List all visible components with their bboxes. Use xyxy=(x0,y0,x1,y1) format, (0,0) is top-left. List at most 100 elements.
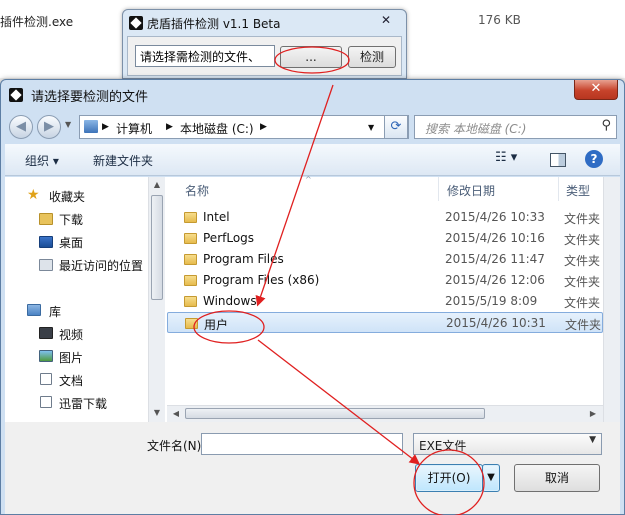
breadcrumb-local-disk[interactable]: 本地磁盘 (C:) xyxy=(180,120,254,137)
pictures-icon xyxy=(39,350,53,362)
file-row[interactable]: PerfLogs 2015/4/26 10:16 文件夹 xyxy=(167,228,603,249)
column-name[interactable]: 名称 xyxy=(185,182,209,199)
file-date: 2015/4/26 10:31 xyxy=(446,316,546,330)
dialog-logo-icon xyxy=(9,88,23,102)
scroll-down-icon[interactable]: ▼ xyxy=(149,406,165,420)
breadcrumb-separator-icon: ▶ xyxy=(166,122,173,132)
filename-input[interactable] xyxy=(201,433,403,455)
organize-menu[interactable]: 组织 ▾ xyxy=(25,152,59,169)
file-list: 名称 ^ 修改日期 类型 Intel 2015/4/26 10:33 文件夹 Perf… xyxy=(167,175,620,422)
folder-icon xyxy=(184,254,197,265)
file-name: 用户 xyxy=(204,318,229,332)
file-type: 文件夹 xyxy=(564,296,601,310)
navigation-pane: ★ 收藏夹 下载 桌面 最近访问的位置 库 视频 图片 文档 迅雷下载 ▲ ▼ xyxy=(5,177,165,422)
file-type: 文件夹 xyxy=(564,233,601,247)
open-dropdown-button[interactable]: ▼ xyxy=(482,464,500,492)
dialog-close-button[interactable]: ✕ xyxy=(574,80,618,100)
folder-icon xyxy=(184,275,197,286)
column-separator xyxy=(438,177,439,201)
column-date[interactable]: 修改日期 xyxy=(447,182,495,199)
file-row[interactable]: Windows 2015/5/19 8:09 文件夹 xyxy=(167,291,603,312)
refresh-button[interactable]: ⟳ xyxy=(384,115,408,139)
background-file-size: 176 KB xyxy=(478,13,521,27)
recent-pages-chevron-icon[interactable]: ▼ xyxy=(65,120,71,129)
folder-icon xyxy=(184,212,197,223)
file-date: 2015/4/26 11:47 xyxy=(445,252,545,266)
recent-places-icon xyxy=(39,259,53,271)
scroll-up-icon[interactable]: ▲ xyxy=(149,178,165,192)
sort-arrow-icon: ^ xyxy=(305,175,312,184)
file-type: 文件夹 xyxy=(564,254,601,268)
file-row[interactable]: Program Files 2015/4/26 11:47 文件夹 xyxy=(167,249,603,270)
open-file-dialog: 请选择要检测的文件 ✕ ◀ ▶ ▼ ▶ 计算机 ▶ 本地磁盘 (C:) ▶ ▼ … xyxy=(0,79,625,515)
nav-thunder-download[interactable]: 迅雷下载 xyxy=(59,395,107,412)
file-row[interactable]: Program Files (x86) 2015/4/26 12:06 文件夹 xyxy=(167,270,603,291)
file-type: 文件夹 xyxy=(564,212,601,226)
computer-icon xyxy=(84,120,98,133)
back-button[interactable]: ◀ xyxy=(9,115,33,139)
nav-libraries[interactable]: 库 xyxy=(49,303,61,320)
help-icon[interactable]: ? xyxy=(585,150,603,168)
file-date: 2015/4/26 10:33 xyxy=(445,210,545,224)
breadcrumb-separator-icon: ▶ xyxy=(102,122,109,132)
file-row[interactable]: Intel 2015/4/26 10:33 文件夹 xyxy=(167,207,603,228)
favorites-star-icon: ★ xyxy=(27,187,40,203)
file-name: Intel xyxy=(203,210,230,224)
nav-desktop[interactable]: 桌面 xyxy=(59,234,83,251)
file-date: 2015/4/26 12:06 xyxy=(445,273,545,287)
column-type[interactable]: 类型 xyxy=(566,182,590,199)
breadcrumb-computer[interactable]: 计算机 xyxy=(116,120,152,137)
address-dropdown-icon[interactable]: ▼ xyxy=(368,123,374,132)
forward-button[interactable]: ▶ xyxy=(37,115,61,139)
browse-button[interactable]: ... xyxy=(280,46,342,68)
desktop-icon xyxy=(39,236,53,248)
nav-pictures[interactable]: 图片 xyxy=(59,349,83,366)
nav-scroll-thumb[interactable] xyxy=(151,195,163,300)
downloads-folder-icon xyxy=(39,213,53,225)
search-input[interactable]: 搜索 本地磁盘 (C:) ⚲ xyxy=(414,115,617,139)
scroll-left-icon[interactable]: ◀ xyxy=(168,407,184,421)
nav-downloads[interactable]: 下载 xyxy=(59,211,83,228)
folder-icon xyxy=(185,318,198,329)
checker-body: ... 检测 xyxy=(127,36,402,76)
nav-documents[interactable]: 文档 xyxy=(59,372,83,389)
check-button[interactable]: 检测 xyxy=(348,46,396,68)
file-name: PerfLogs xyxy=(203,231,255,245)
documents-icon xyxy=(40,373,52,385)
search-placeholder: 搜索 本地磁盘 (C:) xyxy=(425,122,527,136)
command-toolbar: 组织 ▾ 新建文件夹 ☷ ▾ ? xyxy=(5,144,620,176)
file-date: 2015/5/19 8:09 xyxy=(445,294,538,308)
libraries-icon xyxy=(27,304,41,316)
chevron-down-icon: ▼ xyxy=(589,435,596,445)
thunder-download-icon xyxy=(40,396,52,408)
search-icon[interactable]: ⚲ xyxy=(601,118,611,133)
file-name: Program Files (x86) xyxy=(203,273,320,287)
file-name: Program Files xyxy=(203,252,284,266)
file-hscroll-thumb[interactable] xyxy=(185,408,485,419)
file-row[interactable]: 用户 2015/4/26 10:31 文件夹 xyxy=(167,312,603,333)
nav-recent-places[interactable]: 最近访问的位置 xyxy=(59,257,143,274)
preview-pane-icon[interactable] xyxy=(550,153,566,167)
checker-close-button[interactable]: ✕ xyxy=(372,12,400,30)
background-file-name: 插件检测.exe xyxy=(0,15,74,29)
cancel-button[interactable]: 取消 xyxy=(514,464,600,492)
file-hscrollbar[interactable]: ◀ ▶ xyxy=(167,405,603,422)
file-type: 文件夹 xyxy=(564,275,601,289)
nav-videos[interactable]: 视频 xyxy=(59,326,83,343)
file-type: 文件夹 xyxy=(565,318,602,332)
checker-window: 虎盾插件检测 v1.1 Beta ✕ ... 检测 xyxy=(122,9,407,79)
nav-scrollbar[interactable]: ▲ ▼ xyxy=(148,177,165,422)
file-scrollbar[interactable] xyxy=(603,177,620,422)
new-folder-button[interactable]: 新建文件夹 xyxy=(93,152,153,169)
folder-icon xyxy=(184,233,197,244)
filetype-select[interactable]: EXE文件 ▼ xyxy=(413,433,602,455)
scroll-right-icon[interactable]: ▶ xyxy=(585,407,601,421)
file-name: Windows xyxy=(203,294,257,308)
path-input[interactable] xyxy=(135,45,275,67)
view-options-icon[interactable]: ☷ ▾ xyxy=(495,150,517,165)
address-bar[interactable]: ▶ 计算机 ▶ 本地磁盘 (C:) ▶ ▼ xyxy=(79,115,409,139)
open-button[interactable]: 打开(O) xyxy=(415,464,483,492)
checker-window-title: 虎盾插件检测 v1.1 Beta xyxy=(147,17,281,31)
folder-icon xyxy=(184,296,197,307)
nav-favorites[interactable]: 收藏夹 xyxy=(49,188,85,205)
